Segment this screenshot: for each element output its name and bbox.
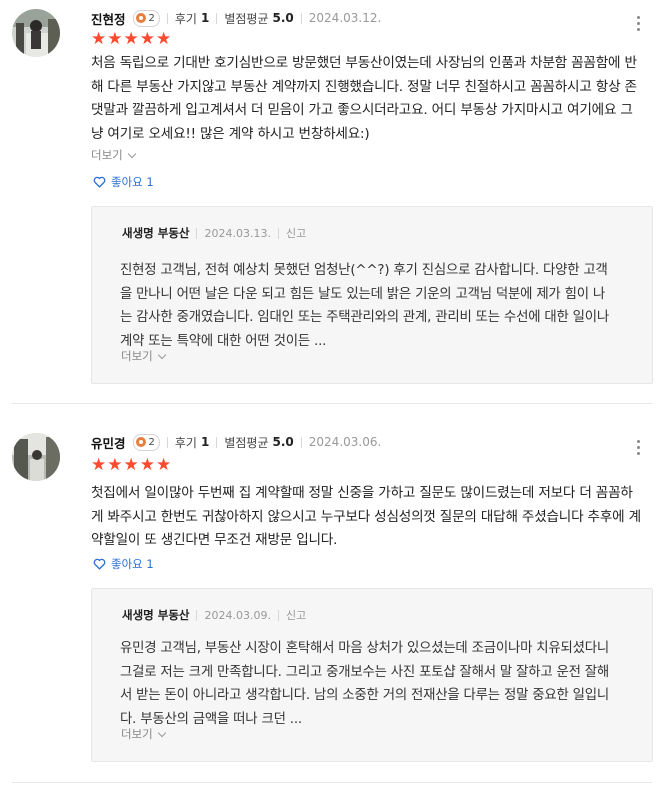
- reply-date: 2024.03.09.: [204, 608, 271, 622]
- reply-header: 새생명 부동산 2024.03.13. 신고: [122, 225, 306, 241]
- divider: [196, 227, 198, 239]
- review-count-label: 후기: [174, 11, 197, 26]
- reply-text: 진현정 고객님, 전혀 예상치 못했던 엄청난(^^?) 후기 진심으로 감사합…: [120, 263, 610, 349]
- like-label: 좋아요 1: [111, 175, 154, 189]
- like-label: 좋아요 1: [111, 557, 154, 571]
- reply-date: 2024.03.13.: [204, 226, 271, 240]
- review-header: 진현정 2 후기 1 별점평균 5.0 2024.03.12.: [91, 9, 381, 27]
- level-badge: 2: [132, 433, 160, 451]
- owner-reply: 새생명 부동산 2024.03.13. 신고 진현정 고객님, 전혀 예상치 못…: [91, 206, 653, 384]
- star-icon: ★: [156, 455, 172, 475]
- more-vertical-icon[interactable]: [635, 440, 641, 455]
- chevron-down-icon: [127, 149, 136, 158]
- divider: [166, 436, 168, 448]
- like-button[interactable]: 좋아요 1: [93, 556, 154, 572]
- review-count: 1: [200, 435, 210, 449]
- avatar-photo: [12, 433, 60, 481]
- reply-author: 새생명 부동산: [122, 226, 190, 240]
- more-label: 더보기: [121, 727, 153, 741]
- divider: [166, 12, 168, 24]
- star-icon: ★: [107, 29, 123, 49]
- rating-avg: 5.0: [272, 11, 294, 25]
- star-icon: ★: [156, 29, 172, 49]
- review-header: 유민경 2 후기 1 별점평균 5.0 2024.03.06.: [91, 433, 381, 451]
- star-icon: ★: [139, 455, 155, 475]
- reply-more-button[interactable]: 더보기: [121, 348, 166, 364]
- more-label: 더보기: [121, 349, 153, 363]
- rating-avg-label: 별점평균: [224, 11, 269, 26]
- reply-text: 유민경 고객님, 부동산 시장이 혼탁해서 마음 상처가 있으셨는데 조금이나마…: [120, 641, 610, 727]
- divider: [216, 436, 218, 448]
- star-icon: ★: [123, 455, 139, 475]
- avatar-photo: [12, 9, 60, 57]
- chevron-down-icon: [157, 350, 166, 359]
- divider: [196, 609, 198, 621]
- avatar[interactable]: [12, 9, 60, 57]
- star-icon: ★: [123, 29, 139, 49]
- level-value: 2: [148, 12, 155, 24]
- more-label: 더보기: [91, 148, 123, 162]
- like-button[interactable]: 좋아요 1: [93, 174, 154, 190]
- review-text: 첫집에서 일이많아 두번째 집 계약할때 정말 신중을 가하고 질문도 많이드렸…: [91, 485, 641, 548]
- divider: [300, 436, 302, 448]
- divider: [300, 12, 302, 24]
- divider: [216, 12, 218, 24]
- star-rating: ★ ★ ★ ★ ★: [91, 30, 171, 48]
- more-button[interactable]: 더보기: [91, 147, 136, 163]
- review-date: 2024.03.12.: [308, 11, 382, 25]
- star-icon: ★: [139, 29, 155, 49]
- divider: [277, 609, 279, 621]
- review-count-label: 후기: [174, 435, 197, 450]
- rating-avg: 5.0: [272, 435, 294, 449]
- report-button[interactable]: 신고: [286, 607, 306, 623]
- review-text: 처음 독립으로 기대반 호기심반으로 방문했던 부동산이였는데 사장님의 인품과…: [91, 55, 637, 142]
- review-count: 1: [200, 11, 210, 25]
- level-badge: 2: [132, 9, 160, 27]
- author-name[interactable]: 진현정: [91, 9, 126, 28]
- level-badge-icon: [135, 13, 146, 23]
- review-date: 2024.03.06.: [308, 435, 382, 449]
- heart-icon: [93, 176, 106, 188]
- level-value: 2: [148, 436, 155, 448]
- owner-reply: 새생명 부동산 2024.03.09. 신고 유민경 고객님, 부동산 시장이 …: [91, 588, 653, 762]
- heart-icon: [93, 558, 106, 570]
- reply-more-button[interactable]: 더보기: [121, 726, 166, 742]
- star-icon: ★: [91, 29, 107, 49]
- divider: [277, 227, 279, 239]
- reply-header: 새생명 부동산 2024.03.09. 신고: [122, 607, 306, 623]
- avatar[interactable]: [12, 433, 60, 481]
- rating-avg-label: 별점평균: [224, 435, 269, 450]
- star-icon: ★: [91, 455, 107, 475]
- star-icon: ★: [107, 455, 123, 475]
- author-name[interactable]: 유민경: [91, 433, 126, 452]
- review-divider: [12, 782, 652, 783]
- report-button[interactable]: 신고: [286, 225, 306, 241]
- level-badge-icon: [135, 437, 146, 447]
- review-divider: [12, 403, 652, 404]
- more-vertical-icon[interactable]: [635, 16, 641, 31]
- chevron-down-icon: [157, 728, 166, 737]
- star-rating: ★ ★ ★ ★ ★: [91, 456, 171, 474]
- reply-author: 새생명 부동산: [122, 608, 190, 622]
